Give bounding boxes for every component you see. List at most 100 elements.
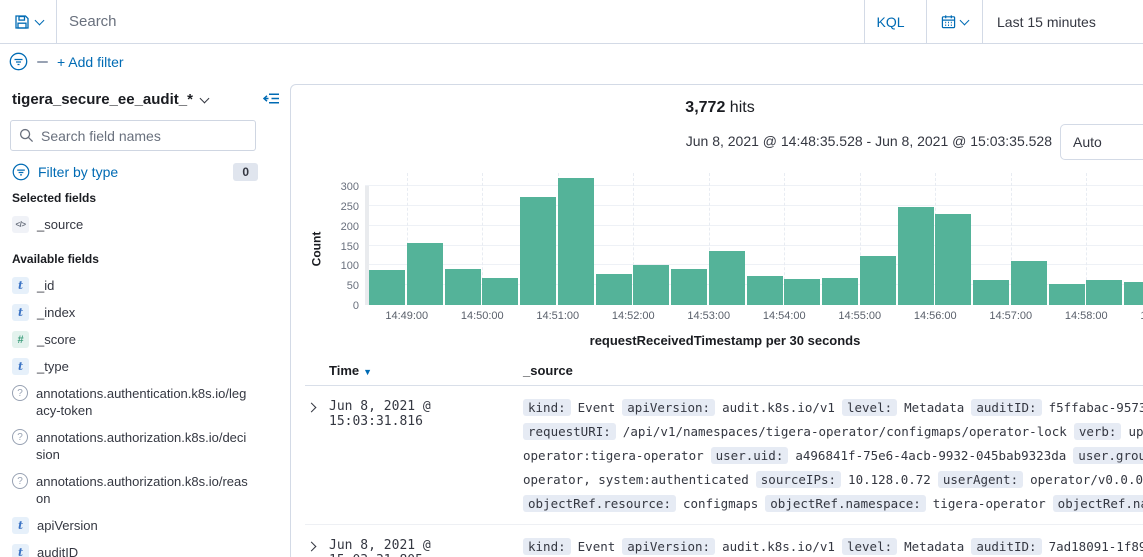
histogram-bar[interactable] (860, 256, 896, 305)
quick-select-button[interactable] (927, 0, 983, 43)
field-search-input[interactable] (41, 128, 247, 144)
field-item-annotations.authorization.k8s.io/decision[interactable]: ? annotations.authorization.k8s.io/decisi… (10, 424, 258, 468)
interval-select[interactable]: Auto (1060, 124, 1143, 160)
x-axis-tick-label: 14:52:00 (612, 310, 655, 322)
histogram-bar[interactable] (1086, 280, 1122, 305)
expand-row-button[interactable] (305, 535, 329, 557)
histogram-bar[interactable] (784, 279, 820, 305)
plot-area (365, 173, 1143, 305)
source-value: Event (578, 539, 616, 554)
source-value: f5ffabac-9573-4918-a (1049, 400, 1143, 415)
histogram-bar[interactable] (709, 251, 745, 305)
source-field-chip: level: (842, 538, 897, 555)
histogram-bar[interactable] (558, 178, 594, 305)
time-range-display: Jun 8, 2021 @ 14:48:35.528 - Jun 8, 2021… (686, 133, 1052, 149)
source-field-chip: userAgent: (938, 471, 1023, 488)
field-name: apiVersion (37, 517, 249, 534)
time-column-header[interactable]: Time▼ (329, 363, 523, 378)
source-line: kind:EventapiVersion:audit.k8s.io/v1leve… (523, 396, 1143, 420)
field-item-_id[interactable]: t_id (10, 272, 258, 299)
histogram-bar[interactable] (633, 265, 669, 305)
collapse-sidebar-icon[interactable] (263, 91, 280, 106)
field-type-number-icon: # (12, 331, 29, 348)
source-field-chip: auditID: (971, 538, 1041, 555)
filter-icon[interactable] (9, 52, 28, 71)
selected-fields-list: </>_source (10, 211, 258, 238)
y-axis-tick-label: 0 (353, 300, 359, 312)
row-source-cell: kind:EventapiVersion:audit.k8s.io/v1leve… (523, 396, 1143, 516)
x-axis: 14:49:0014:50:0014:51:0014:52:0014:53:00… (365, 305, 1143, 325)
source-field-chip: objectRef.namespace: (765, 495, 926, 512)
index-pattern-title: tigera_secure_ee_audit_* (12, 91, 193, 108)
x-axis-tick-label: 14:51:00 (536, 310, 579, 322)
field-type-string-icon: t (12, 277, 29, 294)
source-field-chip: objectRef.resource: (523, 495, 676, 512)
source-line: operator:tigera-operatoruser.uid:a496841… (523, 444, 1143, 468)
histogram-bar[interactable] (596, 274, 632, 305)
x-axis-tick-label: 14:58:00 (1065, 310, 1108, 322)
source-field-chip: objectRef.name: (1053, 495, 1143, 512)
histogram-bar[interactable] (898, 207, 934, 305)
save-icon (14, 14, 30, 30)
field-item-apiVersion[interactable]: t apiVersion (10, 512, 258, 539)
histogram-bar[interactable] (973, 280, 1009, 305)
histogram-bar[interactable] (482, 278, 518, 305)
search-input[interactable] (57, 0, 864, 43)
kql-button[interactable]: KQL (864, 0, 916, 43)
field-name: annotations.authentication.k8s.io/legacy… (36, 385, 248, 419)
query-bar: KQL Last 15 minutes (0, 0, 1143, 44)
table-row: Jun 8, 2021 @ 15:03:31.816kind:EventapiV… (305, 386, 1143, 525)
field-search-box (10, 120, 256, 151)
filter-icon (12, 163, 30, 181)
chevron-down-icon (960, 15, 970, 25)
source-value: operator/v0.0.0 (linu (1030, 472, 1143, 487)
source-value: audit.k8s.io/v1 (722, 539, 835, 554)
field-item-_score[interactable]: #_score (10, 326, 258, 353)
x-axis-tick-label: 14:55:00 (838, 310, 881, 322)
field-item-_type[interactable]: t_type (10, 353, 258, 380)
source-field-chip: verb: (1074, 423, 1122, 440)
y-axis-tick-label: 200 (341, 221, 359, 233)
histogram-bar[interactable] (1124, 282, 1143, 305)
histogram-bar[interactable] (747, 276, 783, 305)
histogram-bar[interactable] (671, 269, 707, 305)
histogram-bar[interactable] (520, 197, 556, 305)
field-type-string-icon: t (12, 517, 29, 534)
available-fields-list: t_idt_index#_scoret_type?annotations.aut… (10, 272, 258, 557)
source-field-chip: requestURI: (523, 423, 616, 440)
field-name: auditID (37, 544, 249, 557)
field-type-string-icon: t (12, 358, 29, 375)
filter-by-type[interactable]: Filter by type 0 (12, 163, 258, 181)
source-line: kind:EventapiVersion:audit.k8s.io/v1leve… (523, 535, 1143, 557)
hits-summary: 3,772 hits (305, 99, 1135, 117)
histogram-bar[interactable] (935, 214, 971, 305)
histogram-bar[interactable] (445, 269, 481, 305)
field-type-unknown-icon: ? (12, 429, 28, 445)
field-type-string-icon: t (12, 544, 29, 557)
histogram-bar[interactable] (822, 278, 858, 305)
y-axis-title: Count (305, 173, 327, 325)
saved-query-button[interactable] (0, 0, 57, 43)
filter-bar: + Add filter (0, 44, 1143, 79)
index-pattern-selector[interactable]: tigera_secure_ee_audit_* (12, 91, 258, 108)
expand-row-button[interactable] (305, 396, 329, 516)
field-item-annotations.authentication.k8s.io/legacy-token[interactable]: ?annotations.authentication.k8s.io/legac… (10, 380, 258, 424)
field-item-annotations.authorization.k8s.io/reason[interactable]: ?annotations.authorization.k8s.io/reason (10, 468, 258, 512)
histogram-bar[interactable] (407, 243, 443, 305)
source-value: 7ad18091-1f89-4a97-8 (1049, 539, 1143, 554)
y-axis-tick-label: 100 (341, 260, 359, 272)
field-item-_source[interactable]: </>_source (10, 211, 258, 238)
histogram-bar[interactable] (1011, 261, 1047, 305)
add-filter-button[interactable]: + Add filter (57, 54, 124, 70)
field-item-_index[interactable]: t_index (10, 299, 258, 326)
field-item-auditID[interactable]: t auditID (10, 539, 258, 557)
histogram-bar[interactable] (1049, 284, 1085, 305)
source-field-chip: level: (842, 399, 897, 416)
field-name: _index (37, 304, 249, 321)
x-axis-tick-label: 14:56:00 (914, 310, 957, 322)
histogram-bar[interactable] (369, 270, 405, 305)
source-value: Metadata (904, 400, 964, 415)
time-range-button[interactable]: Last 15 minutes (983, 0, 1143, 43)
field-name: annotations.authorization.k8s.io/decisio… (36, 429, 248, 463)
x-axis-tick-label: 14:54:00 (763, 310, 806, 322)
